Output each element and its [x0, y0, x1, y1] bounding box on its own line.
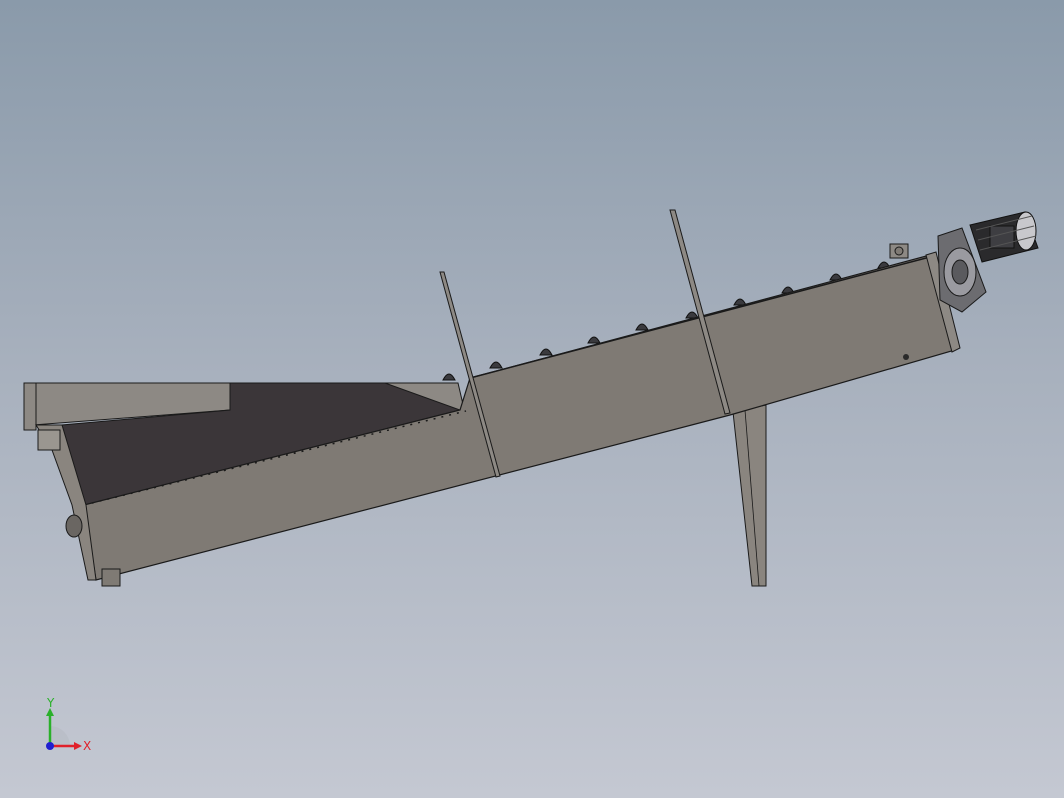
y-axis-label: Y: [46, 698, 55, 710]
drain-stub: [37, 429, 61, 451]
body-bolt: [903, 354, 909, 360]
side-port: [65, 514, 83, 538]
lifting-lug: [889, 243, 909, 259]
drive-motor: [969, 211, 1039, 263]
z-axis-dot-icon: [46, 742, 54, 750]
coordinate-triad: Y X: [46, 698, 91, 753]
outlet-box: [101, 568, 121, 587]
cad-viewport[interactable]: Y X: [0, 0, 1064, 798]
triad-quadrant: [50, 726, 70, 746]
x-axis-arrow-icon: [74, 742, 82, 750]
support-leg: [732, 404, 767, 587]
screw-conveyor-model[interactable]: [0, 0, 1064, 798]
inlet-end-plate: [23, 382, 37, 431]
x-axis-label: X: [83, 739, 91, 753]
